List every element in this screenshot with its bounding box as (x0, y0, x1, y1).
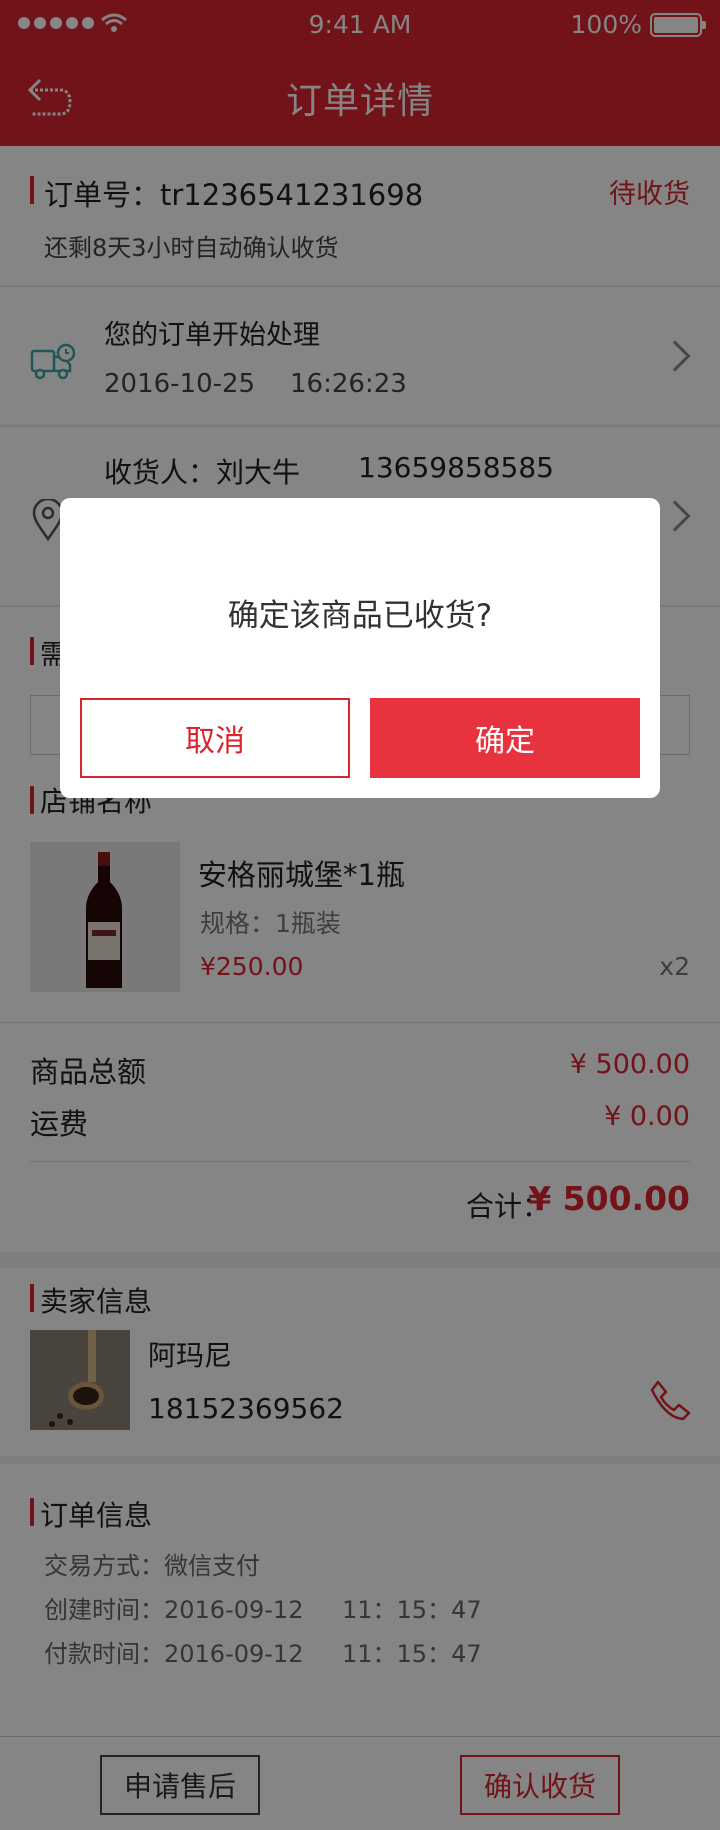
confirm-dialog: 确定该商品已收货? 取消 确定 (60, 498, 660, 798)
overlay-top (0, 0, 720, 146)
confirm-button[interactable]: 确定 (370, 698, 640, 778)
cancel-button[interactable]: 取消 (80, 698, 350, 778)
modal-overlay[interactable] (0, 146, 720, 1830)
dialog-message: 确定该商品已收货? (227, 598, 493, 634)
